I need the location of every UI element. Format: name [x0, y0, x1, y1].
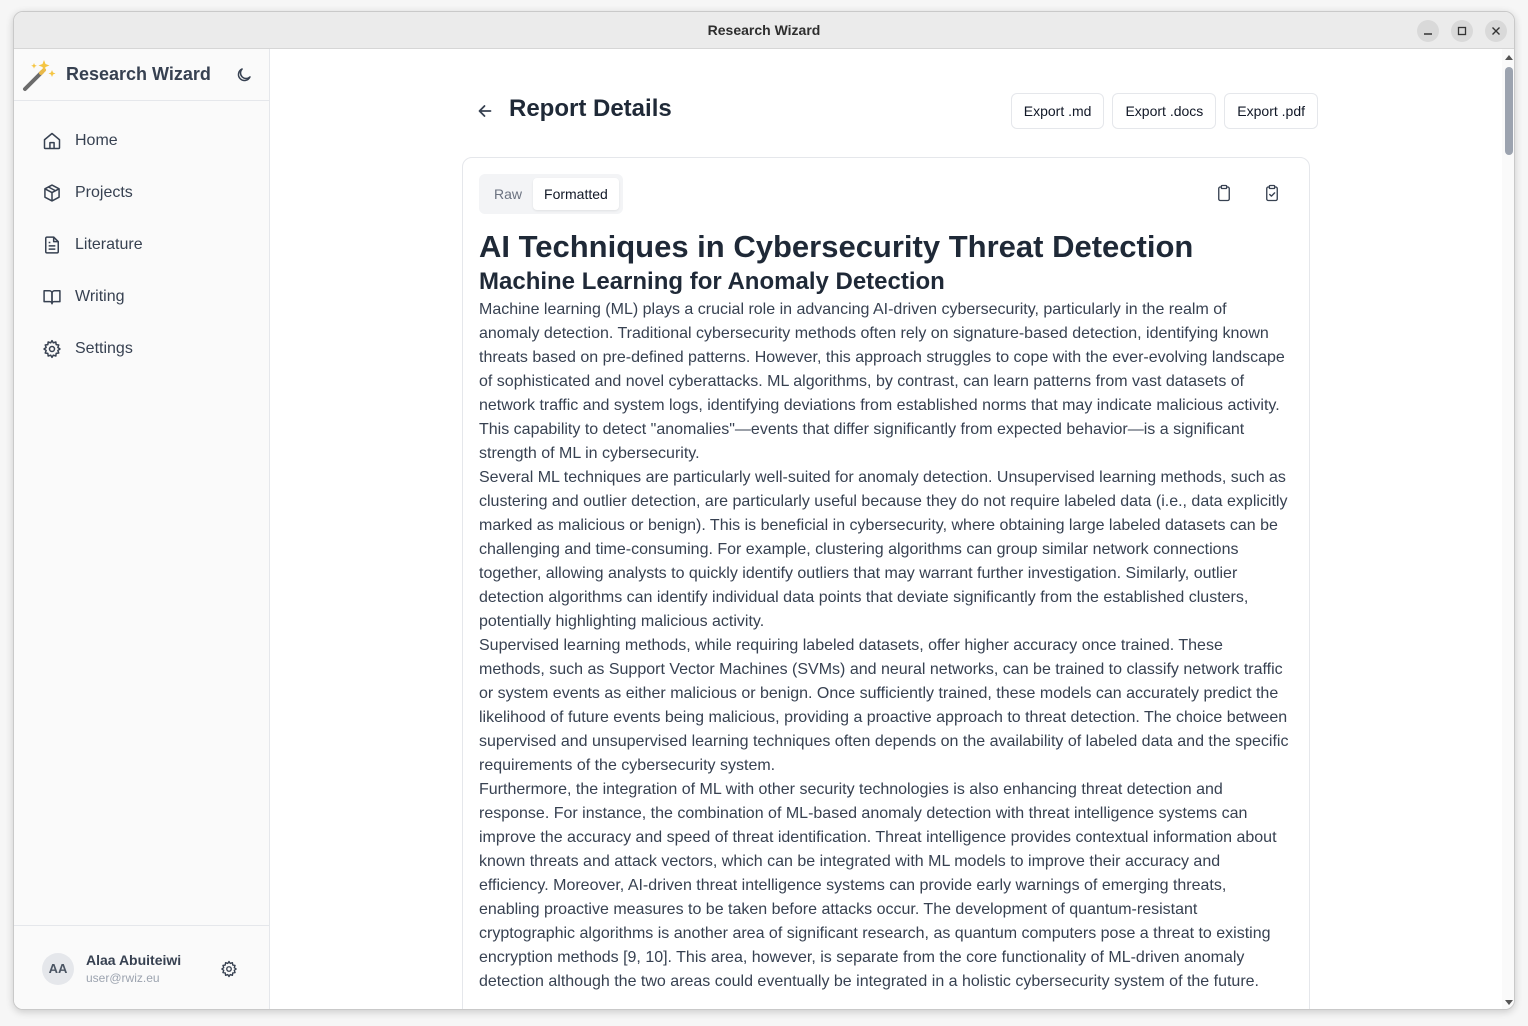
app-window: Research Wizard Research Wizard Home Pro… [13, 11, 1515, 1010]
minimize-icon [1424, 33, 1432, 35]
user-profile[interactable]: AA Alaa Abuiteiwi user@rwiz.eu [14, 925, 269, 1009]
paragraph: Furthermore, the integration of ML with … [479, 781, 1277, 990]
view-tabs: Raw Formatted [479, 174, 623, 214]
brand: Research Wizard [14, 49, 269, 101]
user-email: user@rwiz.eu [86, 971, 160, 985]
export-buttons: Export .md Export .docs Export .pdf [1010, 93, 1318, 129]
main-content: Report Details Export .md Export .docs E… [270, 49, 1502, 1009]
close-icon [1492, 27, 1500, 35]
tab-formatted[interactable]: Formatted [533, 178, 619, 210]
sidebar-item-writing[interactable]: Writing [14, 271, 269, 323]
scroll-down-icon[interactable] [1504, 999, 1514, 1007]
export-pdf-button[interactable]: Export .pdf [1224, 93, 1318, 129]
clipboard-icon[interactable] [1215, 184, 1233, 202]
report-card: Raw Formatted AI Techniques in Cybersecu… [462, 157, 1310, 1009]
tab-raw[interactable]: Raw [483, 178, 533, 210]
sidebar-item-label: Writing [75, 288, 125, 305]
home-icon [43, 132, 61, 150]
title-bar: Research Wizard [14, 12, 1514, 49]
sidebar-item-label: Projects [75, 184, 133, 201]
paragraph: Machine learning (ML) plays a crucial ro… [479, 301, 1285, 462]
scroll-up-icon[interactable] [1504, 53, 1514, 61]
user-info: Alaa Abuiteiwi user@rwiz.eu [86, 952, 181, 985]
magic-wand-icon [23, 59, 56, 91]
report-content: AI Techniques in Cybersecurity Threat De… [479, 226, 1291, 994]
cube-icon [44, 184, 60, 202]
window-title: Research Wizard [707, 22, 821, 38]
moon-icon[interactable] [235, 66, 253, 84]
document-icon [45, 236, 59, 254]
page-title: Report Details [509, 95, 672, 122]
page-header: Report Details Export .md Export .docs E… [475, 91, 1318, 131]
brand-name: Research Wizard [66, 64, 211, 84]
sidebar: Research Wizard Home Projects Literature… [14, 49, 270, 1009]
user-settings-gear-icon[interactable] [220, 960, 238, 978]
gear-icon [43, 339, 61, 359]
sidebar-item-settings[interactable]: Settings [14, 323, 269, 375]
sidebar-item-home[interactable]: Home [14, 115, 269, 167]
sidebar-item-projects[interactable]: Projects [14, 167, 269, 219]
maximize-button[interactable] [1451, 20, 1473, 42]
section-heading: Machine Learning for Anomaly Detection [479, 268, 945, 295]
maximize-icon [1457, 26, 1467, 36]
sidebar-item-label: Home [75, 132, 118, 149]
sidebar-nav: Home Projects Literature Writing Setting… [14, 101, 269, 375]
report-title: AI Techniques in Cybersecurity Threat De… [479, 229, 1194, 264]
scrollbar[interactable] [1502, 49, 1514, 1009]
export-docs-button[interactable]: Export .docs [1112, 93, 1217, 129]
close-button[interactable] [1485, 20, 1507, 42]
back-arrow-icon[interactable] [475, 101, 495, 121]
sidebar-item-literature[interactable]: Literature [14, 219, 269, 271]
paragraph: Several ML techniques are particularly w… [479, 469, 1288, 630]
book-open-icon [43, 290, 61, 305]
minimize-button[interactable] [1417, 20, 1439, 42]
avatar: AA [42, 952, 74, 985]
export-md-button[interactable]: Export .md [1010, 93, 1105, 129]
sidebar-item-label: Literature [75, 236, 143, 253]
clipboard-check-icon[interactable] [1263, 184, 1281, 202]
user-name: Alaa Abuiteiwi [86, 952, 182, 968]
scroll-thumb[interactable] [1505, 67, 1513, 155]
sidebar-item-label: Settings [75, 340, 133, 357]
paragraph: Supervised learning methods, while requi… [479, 637, 1289, 774]
